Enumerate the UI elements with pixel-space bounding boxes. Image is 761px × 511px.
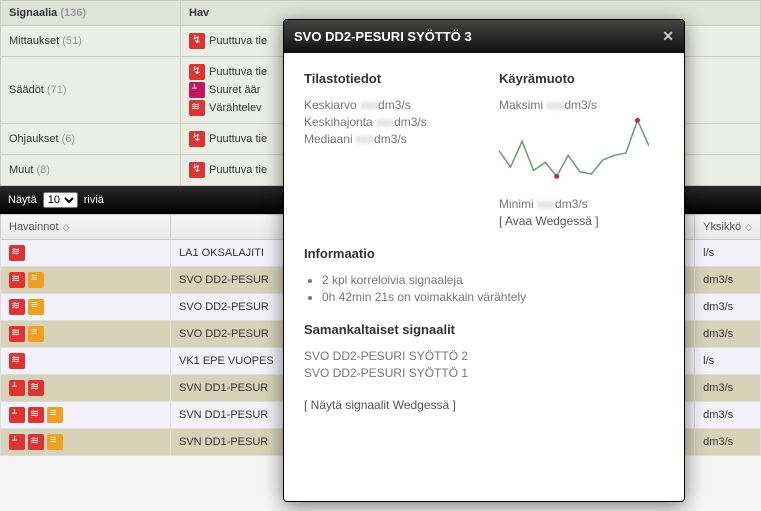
row-unit: l/s: [695, 240, 761, 267]
obs-text: Puuttuva tie: [209, 35, 267, 47]
warn-red-icon: [189, 33, 205, 49]
summary-row-label[interactable]: Muut (8): [1, 155, 181, 186]
obs-text: Puuttuva tie: [209, 133, 267, 145]
row-unit: dm3/s: [695, 294, 761, 321]
row-unit: dm3/s: [695, 429, 761, 456]
warn-red-icon: [189, 162, 205, 178]
modal-title: SVO DD2-PESURI SYÖTTÖ 3: [294, 29, 472, 44]
stat-mean: Keskiarvo xxxdm3/s: [304, 98, 469, 112]
summary-row-label[interactable]: Säädöt (71): [1, 57, 181, 124]
stat-stddev: Keskihajonta xxxdm3/s: [304, 115, 469, 129]
modal-header[interactable]: SVO DD2-PESURI SYÖTTÖ 3 ✕: [284, 20, 684, 53]
vibrate-red-icon: [9, 353, 25, 369]
rows-select[interactable]: 10: [43, 192, 78, 208]
obs-text: Puuttuva tie: [209, 164, 267, 176]
col-havainnot[interactable]: Havainnot◇: [1, 215, 171, 240]
pulse-magenta-icon: [189, 82, 205, 98]
stat-min: Minimi xxxdm3/s: [499, 197, 664, 211]
stats-heading: Tilastotiedot: [304, 71, 469, 86]
row-unit: dm3/s: [695, 402, 761, 429]
info-list: 2 kpl korreloivia signaaleja 0h 42min 21s…: [322, 273, 664, 304]
similar-list: SVO DD2-PESURI SYÖTTÖ 2 SVO DD2-PESURI SY…: [304, 349, 664, 380]
similar-item[interactable]: SVO DD2-PESURI SYÖTTÖ 2: [304, 349, 664, 363]
warn-red-icon: [189, 64, 205, 80]
pulse-red-icon: [9, 434, 25, 450]
sparkline-chart: [499, 118, 664, 191]
pulse-red-icon: [9, 380, 25, 396]
vibrate-red-icon: [9, 299, 25, 315]
vibrate-red-icon: [28, 434, 44, 450]
show-label: Näytä: [8, 194, 37, 206]
obs-text: Suuret äär: [209, 84, 260, 96]
stat-median: Mediaani xxxdm3/s: [304, 132, 469, 146]
summary-col-signaalia[interactable]: Signaalia (136): [1, 1, 181, 26]
col-yksikko[interactable]: Yksikkö◇: [695, 215, 761, 240]
warn-orange-icon: [47, 434, 63, 450]
warn-orange-icon: [28, 299, 44, 315]
vibrate-red-icon: [9, 272, 25, 288]
vibrate-red-icon: [9, 326, 25, 342]
warn-orange-icon: [28, 326, 44, 342]
rows-label: riviä: [84, 194, 104, 206]
summary-row-label[interactable]: Mittaukset (51): [1, 26, 181, 57]
similar-heading: Samankaltaiset signaalit: [304, 322, 664, 337]
close-icon[interactable]: ✕: [662, 28, 674, 45]
vibrate-red-icon: [28, 407, 44, 423]
summary-row-label[interactable]: Ohjaukset (6): [1, 124, 181, 155]
warn-red-icon: [189, 131, 205, 147]
open-wedge-link[interactable]: [ Avaa Wedgessä ]: [499, 214, 664, 228]
sort-icon: ◇: [745, 222, 752, 232]
sort-icon: ◇: [63, 222, 70, 232]
obs-text: Puuttuva tie: [209, 66, 267, 78]
pulse-red-icon: [9, 407, 25, 423]
row-unit: dm3/s: [695, 267, 761, 294]
warn-orange-icon: [47, 407, 63, 423]
vibrate-red-icon: [189, 100, 205, 116]
vibrate-red-icon: [9, 245, 25, 261]
info-heading: Informaatio: [304, 246, 664, 261]
warn-orange-icon: [28, 272, 44, 288]
row-unit: dm3/s: [695, 321, 761, 348]
similar-item[interactable]: SVO DD2-PESURI SYÖTTÖ 1: [304, 366, 664, 380]
row-unit: l/s: [695, 348, 761, 375]
info-item: 2 kpl korreloivia signaaleja: [322, 273, 664, 287]
stat-max: Maksimi xxxdm3/s: [499, 98, 664, 112]
obs-text: Värähtelev: [209, 102, 262, 114]
detail-modal: SVO DD2-PESURI SYÖTTÖ 3 ✕ Tilastotiedot …: [283, 19, 685, 502]
show-wedge-link[interactable]: [ Näytä signaalit Wedgessä ]: [304, 398, 664, 412]
info-item: 0h 42min 21s on voimakkain värähtely: [322, 290, 664, 304]
row-unit: dm3/s: [695, 375, 761, 402]
vibrate-red-icon: [28, 380, 44, 396]
curve-heading: Käyrämuoto: [499, 71, 664, 86]
